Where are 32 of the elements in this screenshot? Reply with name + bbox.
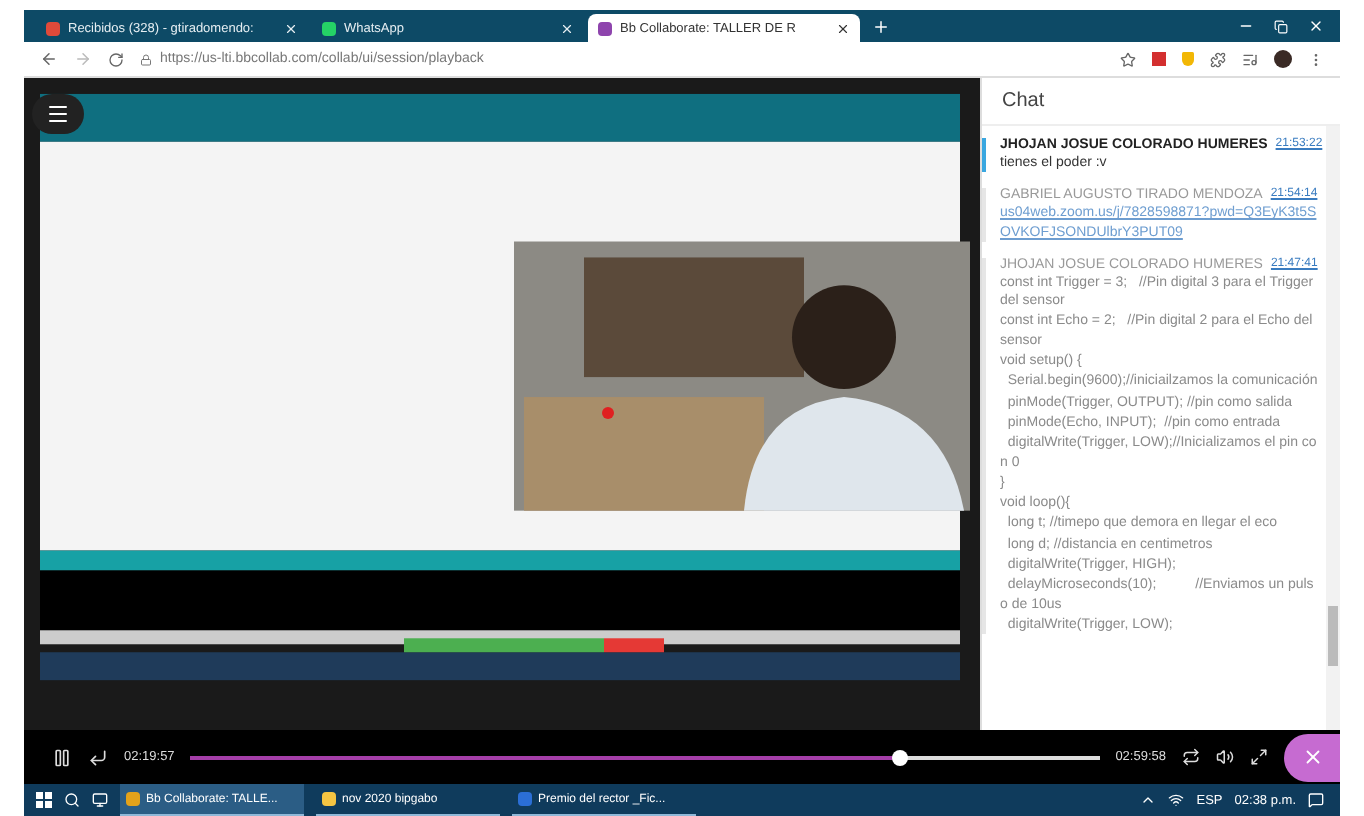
windows-icon[interactable] xyxy=(36,792,52,808)
task-view-icon[interactable] xyxy=(92,792,108,808)
search-icon[interactable] xyxy=(64,792,80,808)
site-icon xyxy=(598,21,612,35)
volume-icon[interactable] xyxy=(1216,748,1234,766)
chat-title: Chat xyxy=(982,78,1340,126)
return-icon[interactable] xyxy=(88,747,108,767)
restore-icon[interactable] xyxy=(1274,19,1288,33)
app-icon xyxy=(126,792,140,806)
star-icon[interactable] xyxy=(1120,51,1136,67)
network-icon[interactable] xyxy=(1168,792,1185,808)
chevron-up-icon[interactable] xyxy=(1140,792,1157,808)
site-icon xyxy=(46,21,60,35)
repeat-icon[interactable] xyxy=(1182,748,1200,766)
fullscreen-icon[interactable] xyxy=(1250,748,1268,766)
pause-icon[interactable] xyxy=(52,747,72,767)
site-icon xyxy=(322,21,336,35)
progress-handle[interactable] xyxy=(891,749,908,765)
close-icon[interactable] xyxy=(836,21,850,35)
close-icon xyxy=(1301,746,1323,768)
notification-icon[interactable] xyxy=(1308,792,1324,808)
reload-icon[interactable] xyxy=(108,51,124,67)
app-icon xyxy=(322,792,336,806)
back-icon[interactable] xyxy=(40,50,58,68)
close-button[interactable] xyxy=(1284,733,1340,781)
scroll-thumb[interactable] xyxy=(1328,606,1338,666)
menu-icon xyxy=(46,102,70,126)
playlist-icon[interactable] xyxy=(1242,51,1258,67)
puzzle-icon[interactable] xyxy=(1210,51,1226,67)
avatar-icon[interactable] xyxy=(1274,50,1292,68)
app-icon xyxy=(518,792,532,806)
lock-icon xyxy=(140,53,152,65)
